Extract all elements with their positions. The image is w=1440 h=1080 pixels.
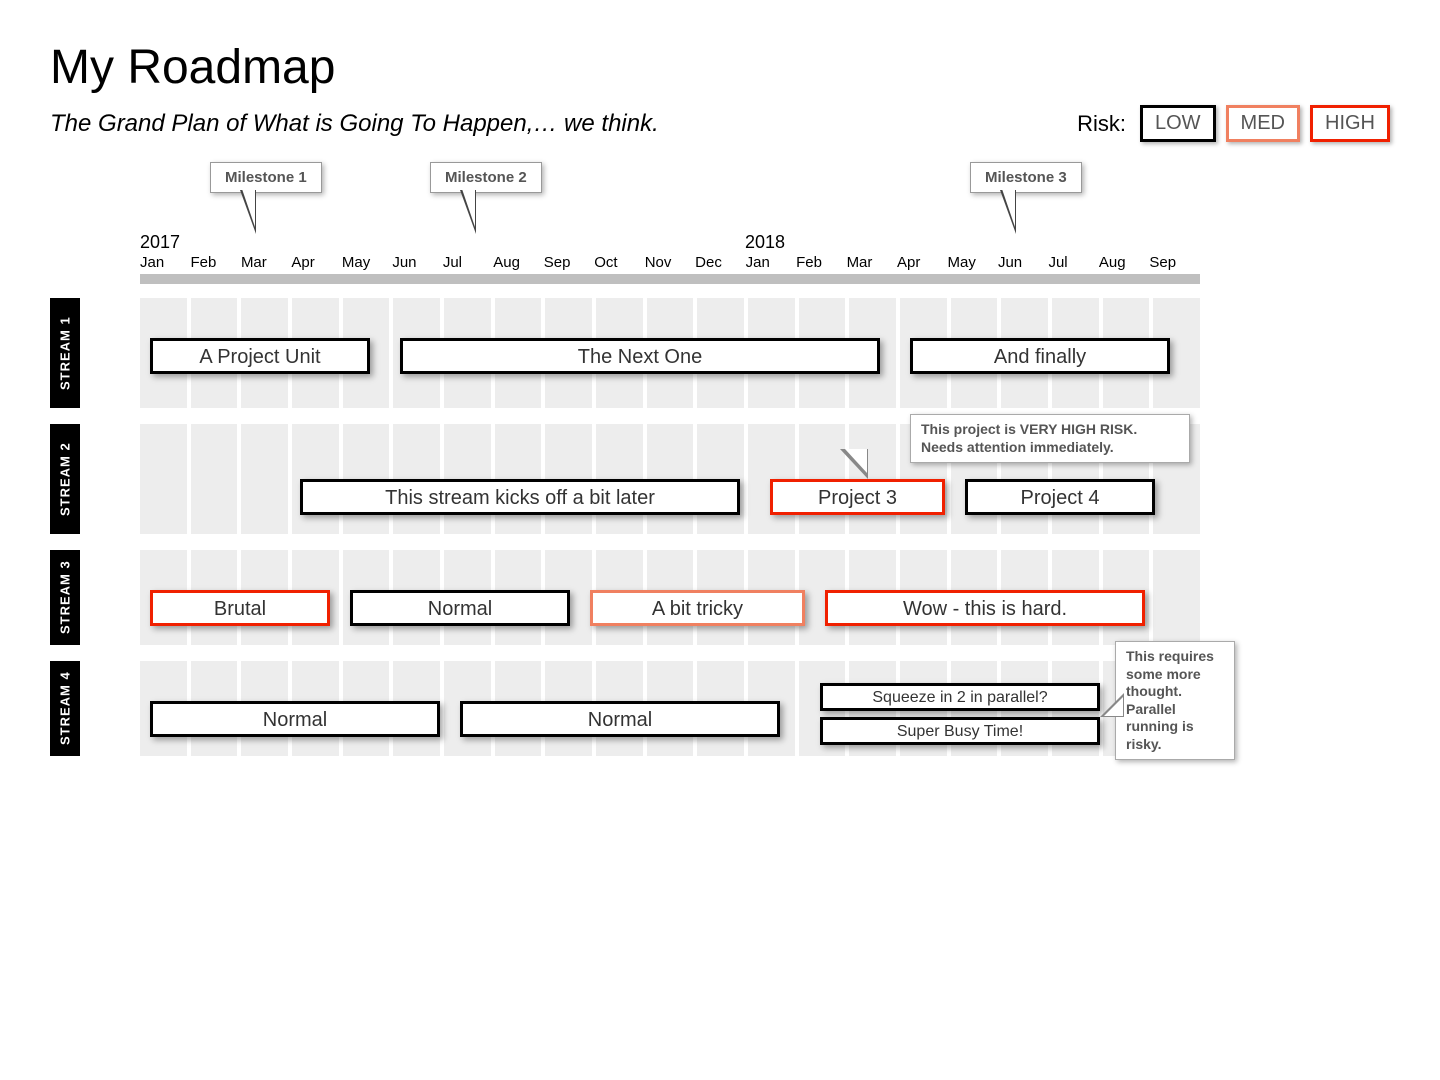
month-label: Jun: [998, 254, 1048, 271]
legend-high: HIGH: [1310, 105, 1390, 142]
month-label: Oct: [594, 254, 644, 271]
milestone-1: Milestone 1: [210, 162, 322, 193]
s4-note-tail-inner: [1104, 697, 1123, 716]
s1-project-2: The Next One: [400, 338, 880, 374]
page-subtitle: The Grand Plan of What is Going To Happe…: [50, 110, 1077, 138]
s4-project-1: Normal: [150, 701, 440, 737]
timeline-bar: [140, 274, 1200, 284]
month-label: May: [948, 254, 998, 271]
month-label: Mar: [847, 254, 897, 271]
stream-4-body: Normal Normal Squeeze in 2 in parallel? …: [140, 661, 1200, 756]
s2-note: This project is VERY HIGH RISK. Needs at…: [910, 414, 1190, 463]
month-label: Mar: [241, 254, 291, 271]
roadmap-canvas: Milestone 1 Milestone 2 Milestone 3 2017…: [50, 172, 1250, 756]
milestone-2: Milestone 2: [430, 162, 542, 193]
month-label: Aug: [1099, 254, 1149, 271]
stream-4: STREAM 4 Normal Normal Squeeze in 2 in p…: [50, 661, 1250, 756]
month-label: Dec: [695, 254, 745, 271]
milestone-2-tail-inner: [462, 189, 475, 227]
s4-note: This requires some more thought. Paralle…: [1115, 641, 1235, 760]
page-title: My Roadmap: [50, 40, 1390, 95]
legend-label: Risk:: [1077, 111, 1126, 137]
stream-2-label: STREAM 2: [50, 424, 80, 534]
milestone-1-tail-inner: [242, 189, 255, 227]
stream-1: STREAM 1 A Project Unit The Next One And…: [50, 298, 1250, 408]
month-label: Feb: [190, 254, 240, 271]
month-label: Jan: [140, 254, 190, 271]
s2-note-tail-inner: [845, 449, 867, 473]
month-label: Sep: [1149, 254, 1199, 271]
s2-project-2: Project 3: [770, 479, 945, 515]
s4-project-3: Squeeze in 2 in parallel?: [820, 683, 1100, 711]
stream-1-body: A Project Unit The Next One And finally: [140, 298, 1200, 408]
month-label: Jun: [392, 254, 442, 271]
s3-project-3: A bit tricky: [590, 590, 805, 626]
month-label: Apr: [291, 254, 341, 271]
month-label: Sep: [544, 254, 594, 271]
stream-3-label: STREAM 3: [50, 550, 80, 645]
month-label: Apr: [897, 254, 947, 271]
s3-project-4: Wow - this is hard.: [825, 590, 1145, 626]
year-2017: 2017: [140, 232, 180, 253]
s4-project-4: Super Busy Time!: [820, 717, 1100, 745]
s2-project-1: This stream kicks off a bit later: [300, 479, 740, 515]
month-label: Nov: [645, 254, 695, 271]
risk-legend: Risk: LOW MED HIGH: [1077, 105, 1390, 142]
stream-3-body: Brutal Normal A bit tricky Wow - this is…: [140, 550, 1200, 645]
stream-2-body: This project is VERY HIGH RISK. Needs at…: [140, 424, 1200, 534]
s3-project-1: Brutal: [150, 590, 330, 626]
stream-2: STREAM 2 This project is VERY HIGH RISK.…: [50, 424, 1250, 534]
month-row: Jan Feb Mar Apr May Jun Jul Aug Sep Oct …: [140, 254, 1200, 271]
s2-project-3: Project 4: [965, 479, 1155, 515]
stream-1-label: STREAM 1: [50, 298, 80, 408]
stream-4-label: STREAM 4: [50, 661, 80, 756]
s4-project-2: Normal: [460, 701, 780, 737]
timeline-header: Milestone 1 Milestone 2 Milestone 3 2017…: [140, 172, 1250, 282]
month-label: May: [342, 254, 392, 271]
stream-3: STREAM 3 Brutal Normal A bit tricky Wow …: [50, 550, 1250, 645]
milestone-3-tail-inner: [1002, 189, 1015, 227]
month-label: Aug: [493, 254, 543, 271]
milestone-3: Milestone 3: [970, 162, 1082, 193]
month-label: Jan: [746, 254, 796, 271]
month-label: Feb: [796, 254, 846, 271]
month-label: Jul: [1048, 254, 1098, 271]
s3-project-2: Normal: [350, 590, 570, 626]
year-2018: 2018: [745, 232, 785, 253]
month-label: Jul: [443, 254, 493, 271]
legend-low: LOW: [1140, 105, 1216, 142]
s1-project-1: A Project Unit: [150, 338, 370, 374]
s1-project-3: And finally: [910, 338, 1170, 374]
legend-med: MED: [1226, 105, 1300, 142]
